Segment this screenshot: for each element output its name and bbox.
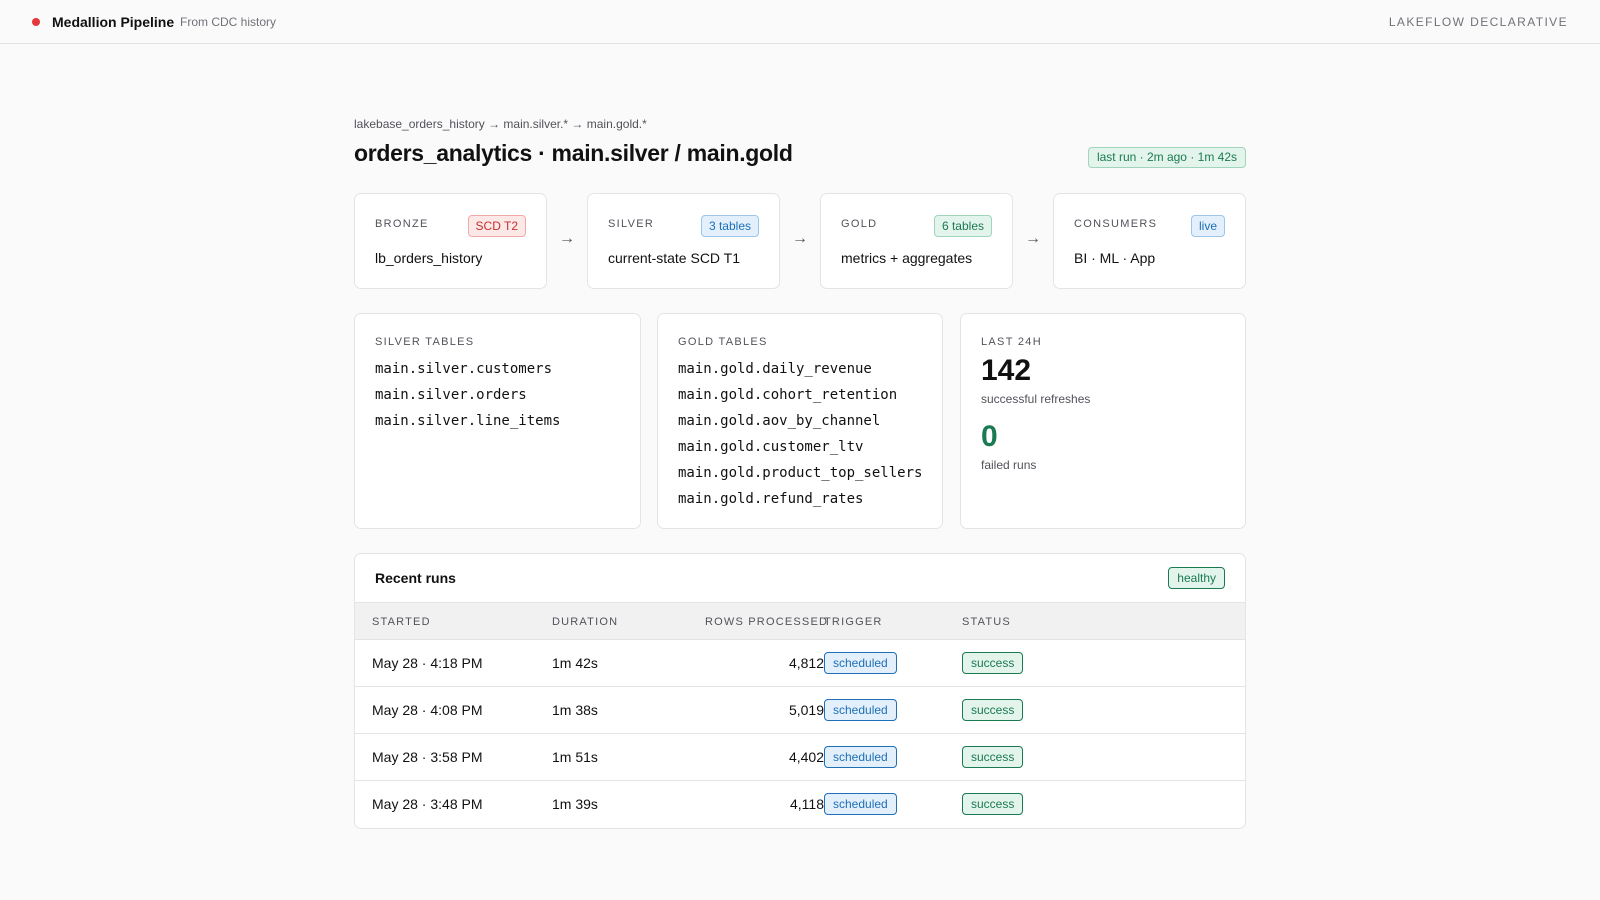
run-rows: 4,118 [790,796,824,812]
success-label: successful refreshes [981,392,1091,406]
app-subtitle: From CDC history [180,15,277,29]
stage-label: SILVER [608,218,655,230]
trigger-badge: scheduled [824,652,897,674]
arrow-right-icon: → [559,230,575,247]
breadcrumb: lakebase_orders_history → main.silver.* … [354,117,647,131]
gold-tables-panel: GOLD TABLES main.gold.daily_revenue main… [657,313,943,529]
column-header-rows[interactable]: ROWS PROCESSED [705,616,828,628]
column-header-duration[interactable]: DURATION [552,616,618,628]
stage-label: GOLD [841,218,878,230]
gold-table-item[interactable]: main.gold.product_top_sellers [678,463,922,489]
run-rows: 4,402 [788,749,824,765]
stats-panel: LAST 24H 142 successful refreshes 0 fail… [960,313,1246,529]
status-badge: success [962,746,1024,768]
success-count: 142 [981,354,1032,387]
arrow-right-icon: → [792,230,808,247]
table-row[interactable]: May 28 · 4:08 PM 1m 38s 5,019 scheduled … [355,687,1245,734]
stage-badge: 3 tables [700,215,759,237]
silver-table-item[interactable]: main.silver.line_items [375,411,560,437]
status-badge: success [962,652,1024,674]
table-row[interactable]: May 28 · 4:18 PM 1m 42s 4,812 scheduled … [355,640,1245,687]
failed-label: failed runs [981,458,1037,472]
gold-table-item[interactable]: main.gold.aov_by_channel [678,411,922,437]
failed-count: 0 [981,420,998,453]
stage-card-consumers[interactable]: CONSUMERS live BI · ML · App [1053,193,1246,289]
trigger-badge: scheduled [824,793,897,815]
panel-label: GOLD TABLES [678,336,768,348]
trigger-badge: scheduled [824,699,897,721]
arrow-right-icon: → [1025,230,1041,247]
silver-tables-panel: SILVER TABLES main.silver.customers main… [354,313,641,529]
stage-value: BI · ML · App [1074,250,1156,266]
gold-table-item[interactable]: main.gold.customer_ltv [678,437,922,463]
page-title: orders_analytics · main.silver / main.go… [354,140,793,166]
silver-table-list: main.silver.customers main.silver.orders… [375,359,560,437]
last-run-badge: last run · 2m ago · 1m 42s [1087,147,1246,168]
top-bar: Medallion Pipeline From CDC history LAKE… [0,0,1600,44]
recent-runs-card: Recent runs healthy STARTED DURATION ROW… [354,553,1246,829]
table-row[interactable]: May 28 · 3:48 PM 1m 39s 4,118 scheduled … [355,781,1245,828]
stage-value: lb_orders_history [375,250,483,266]
stage-badge: SCD T2 [467,215,526,237]
status-badge: success [962,793,1024,815]
gold-table-item[interactable]: main.gold.daily_revenue [678,359,922,385]
runs-title: Recent runs [375,570,456,586]
run-rows: 5,019 [788,702,824,718]
column-header-trigger[interactable]: TRIGGER [824,616,883,628]
trigger-badge: scheduled [824,746,897,768]
stage-value: current-state SCD T1 [608,250,741,266]
health-badge: healthy [1168,567,1225,589]
column-header-started[interactable]: STARTED [372,616,431,628]
gold-table-list: main.gold.daily_revenue main.gold.cohort… [678,359,922,515]
status-dot-icon [32,18,40,26]
stage-card-gold[interactable]: GOLD 6 tables metrics + aggregates [820,193,1013,289]
brand-label: LAKEFLOW DECLARATIVE [1388,15,1568,29]
panel-label: LAST 24H [981,336,1042,348]
status-badge: success [962,699,1024,721]
app-title: Medallion Pipeline [52,14,175,30]
panel-label: SILVER TABLES [375,336,475,348]
stage-label: CONSUMERS [1074,218,1158,230]
silver-table-item[interactable]: main.silver.orders [375,385,560,411]
table-header: STARTED DURATION ROWS PROCESSED TRIGGER … [355,602,1245,640]
gold-table-item[interactable]: main.gold.cohort_retention [678,385,922,411]
stage-value: metrics + aggregates [841,250,973,266]
column-header-status[interactable]: STATUS [962,616,1011,628]
run-rows: 4,812 [788,655,824,671]
stage-label: BRONZE [375,218,429,230]
stage-badge: live [1190,215,1225,237]
stage-badge: 6 tables [933,215,992,237]
stage-card-silver[interactable]: SILVER 3 tables current-state SCD T1 [587,193,780,289]
silver-table-item[interactable]: main.silver.customers [375,359,560,385]
gold-table-item[interactable]: main.gold.refund_rates [678,489,922,515]
table-row[interactable]: May 28 · 3:58 PM 1m 51s 4,402 scheduled … [355,734,1245,781]
stage-card-bronze[interactable]: BRONZE SCD T2 lb_orders_history [354,193,547,289]
